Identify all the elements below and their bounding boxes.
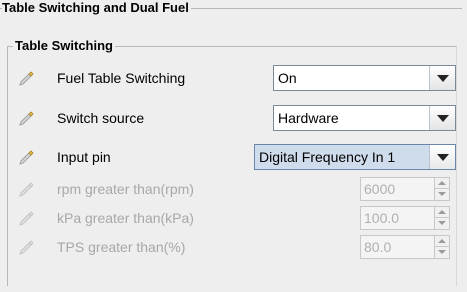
- spinner-up-icon: [435, 178, 449, 189]
- pencil-icon[interactable]: [18, 70, 34, 86]
- fuel-table-switching-dropdown[interactable]: On: [273, 65, 456, 91]
- spinner-down-icon: [435, 247, 449, 258]
- fuel-table-switching-label: Fuel Table Switching: [57, 70, 186, 86]
- row-kpa-greater-than: kPa greater than(kPa) 100.0: [0, 204, 467, 232]
- panel-title: Table Switching and Dual Fuel: [2, 0, 191, 16]
- row-rpm-greater-than: rpm greater than(rpm) 6000: [0, 175, 467, 203]
- row-switch-source: Switch source Hardware: [0, 104, 467, 132]
- chevron-down-icon[interactable]: [429, 106, 455, 130]
- tps-greater-than-label: TPS greater than(%): [57, 239, 186, 255]
- kpa-greater-than-spinner: 100.0: [360, 206, 450, 230]
- spinner-down-icon: [435, 218, 449, 229]
- pencil-icon[interactable]: [18, 149, 34, 165]
- tps-greater-than-value: 80.0: [364, 239, 392, 255]
- spinner-down-icon: [435, 189, 449, 200]
- switch-source-label: Switch source: [57, 110, 145, 126]
- pencil-icon[interactable]: [18, 110, 34, 126]
- input-pin-dropdown[interactable]: Digital Frequency In 1: [254, 144, 456, 170]
- row-fuel-table-switching: Fuel Table Switching On: [0, 64, 467, 92]
- rpm-greater-than-spinner: 6000: [360, 177, 450, 201]
- pencil-icon: [19, 182, 34, 197]
- fuel-table-switching-value: On: [278, 70, 297, 86]
- pencil-icon: [19, 211, 34, 226]
- rpm-greater-than-value: 6000: [364, 181, 396, 197]
- kpa-greater-than-label: kPa greater than(kPa): [57, 210, 194, 226]
- input-pin-value: Digital Frequency In 1: [259, 149, 396, 165]
- pencil-icon: [19, 240, 34, 255]
- spinner-buttons: [434, 236, 449, 258]
- kpa-greater-than-value: 100.0: [364, 210, 400, 226]
- chevron-down-icon[interactable]: [429, 145, 455, 169]
- switch-source-value: Hardware: [278, 110, 339, 126]
- switch-source-dropdown[interactable]: Hardware: [273, 105, 456, 131]
- spinner-up-icon: [435, 236, 449, 247]
- spinner-up-icon: [435, 207, 449, 218]
- spinner-buttons: [434, 207, 449, 229]
- input-pin-label: Input pin: [57, 149, 111, 165]
- row-input-pin: Input pin Digital Frequency In 1: [0, 143, 467, 171]
- row-tps-greater-than: TPS greater than(%) 80.0: [0, 233, 467, 261]
- spinner-buttons: [434, 178, 449, 200]
- chevron-down-icon[interactable]: [429, 66, 455, 90]
- rpm-greater-than-label: rpm greater than(rpm): [57, 181, 194, 197]
- tps-greater-than-spinner: 80.0: [360, 235, 450, 259]
- section-title: Table Switching: [13, 38, 115, 54]
